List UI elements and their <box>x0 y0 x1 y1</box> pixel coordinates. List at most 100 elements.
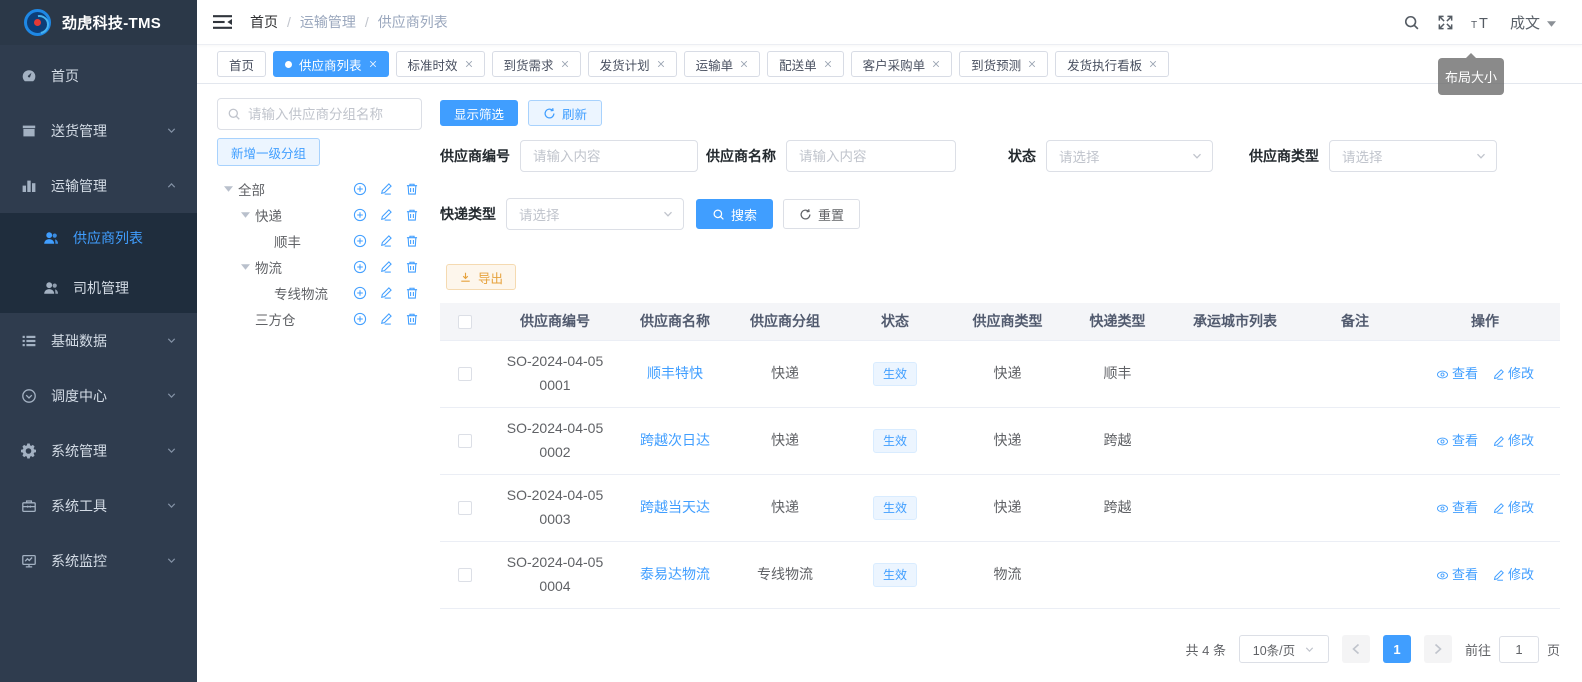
delete-icon[interactable] <box>405 182 419 196</box>
view-button[interactable]: 查看 <box>1436 363 1478 385</box>
tree-node-4[interactable]: 专线物流 <box>217 280 422 306</box>
goto-page-input[interactable] <box>1499 636 1539 663</box>
circle-plus-icon[interactable] <box>353 286 367 300</box>
sidebar-item-3[interactable]: 基础数据 <box>0 313 197 368</box>
close-icon[interactable] <box>1028 60 1036 68</box>
text-input[interactable] <box>787 149 955 164</box>
collapse-sidebar-icon[interactable] <box>213 14 232 30</box>
edit-button[interactable]: 修改 <box>1492 497 1534 519</box>
supplier-name-link[interactable]: 跨越次日达 <box>640 432 710 448</box>
row-checkbox[interactable] <box>458 501 472 515</box>
sidebar-item-4[interactable]: 调度中心 <box>0 368 197 423</box>
filter-select-2[interactable]: 请选择 <box>1046 140 1213 172</box>
filter-input-1[interactable] <box>786 140 956 172</box>
filter-select-3[interactable]: 请选择 <box>1329 140 1497 172</box>
caret-down-icon[interactable] <box>221 186 236 192</box>
close-icon[interactable] <box>824 60 832 68</box>
supplier-name-link[interactable]: 泰易达物流 <box>640 566 710 582</box>
sidebar-item-2[interactable]: 运输管理 <box>0 158 197 213</box>
circle-plus-icon[interactable] <box>353 182 367 196</box>
tab-3[interactable]: 到货需求 <box>492 51 581 77</box>
reset-button[interactable]: 重置 <box>783 199 860 229</box>
delete-icon[interactable] <box>405 312 419 326</box>
caret-down-icon[interactable] <box>238 264 253 270</box>
select-all-checkbox[interactable] <box>458 315 472 329</box>
close-icon[interactable] <box>932 60 940 68</box>
circle-plus-icon[interactable] <box>353 234 367 248</box>
breadcrumb-item[interactable]: 运输管理 <box>300 12 356 32</box>
user-menu[interactable]: 成文 <box>1510 12 1556 33</box>
edit-icon[interactable] <box>379 208 393 222</box>
delete-icon[interactable] <box>405 234 419 248</box>
sidebar-item-5[interactable]: 系统管理 <box>0 423 197 478</box>
circle-plus-icon[interactable] <box>353 312 367 326</box>
group-search-input[interactable] <box>248 107 412 122</box>
sidebar-subitem-1[interactable]: 司机管理 <box>0 263 197 313</box>
breadcrumb-item[interactable]: 首页 <box>250 12 278 32</box>
view-button[interactable]: 查看 <box>1436 430 1478 452</box>
sidebar-item-0[interactable]: 首页 <box>0 48 197 103</box>
edit-icon[interactable] <box>379 182 393 196</box>
edit-icon[interactable] <box>379 260 393 274</box>
view-button[interactable]: 查看 <box>1436 497 1478 519</box>
row-checkbox[interactable] <box>458 568 472 582</box>
filter-input-0[interactable] <box>520 140 698 172</box>
page-size-select[interactable]: 10条/页 <box>1239 635 1329 663</box>
cell-status: 生效 <box>840 429 950 453</box>
supplier-name-link[interactable]: 跨越当天达 <box>640 499 710 515</box>
next-page-button[interactable] <box>1424 635 1452 663</box>
tab-4[interactable]: 发货计划 <box>588 51 677 77</box>
prev-page-button[interactable] <box>1342 635 1370 663</box>
view-button[interactable]: 查看 <box>1436 564 1478 586</box>
delete-icon[interactable] <box>405 286 419 300</box>
tab-8[interactable]: 到货预测 <box>959 51 1048 77</box>
close-icon[interactable] <box>657 60 665 68</box>
tree-node-2[interactable]: 顺丰 <box>217 228 422 254</box>
sidebar-item-6[interactable]: 系统工具 <box>0 478 197 533</box>
row-checkbox[interactable] <box>458 367 472 381</box>
tab-6[interactable]: 配送单 <box>767 51 844 77</box>
edit-button[interactable]: 修改 <box>1492 430 1534 452</box>
text-input[interactable] <box>521 149 697 164</box>
fullscreen-icon[interactable] <box>1437 14 1454 31</box>
search-button[interactable]: 搜索 <box>696 199 773 229</box>
font-size-icon[interactable]: TT <box>1471 14 1493 31</box>
tab-2[interactable]: 标准时效 <box>396 51 485 77</box>
edit-icon[interactable] <box>379 234 393 248</box>
close-icon[interactable] <box>561 60 569 68</box>
tree-node-0[interactable]: 全部 <box>217 176 422 202</box>
close-icon[interactable] <box>465 60 473 68</box>
tab-7[interactable]: 客户采购单 <box>851 51 953 77</box>
tree-node-3[interactable]: 物流 <box>217 254 422 280</box>
page-number-button[interactable]: 1 <box>1383 635 1411 663</box>
edit-icon[interactable] <box>379 312 393 326</box>
delete-icon[interactable] <box>405 208 419 222</box>
circle-plus-icon[interactable] <box>353 208 367 222</box>
row-checkbox[interactable] <box>458 434 472 448</box>
tab-1[interactable]: 供应商列表 <box>273 51 389 77</box>
edit-button[interactable]: 修改 <box>1492 564 1534 586</box>
close-icon[interactable] <box>369 60 377 68</box>
search-icon[interactable] <box>1403 14 1420 31</box>
export-button[interactable]: 导出 <box>446 264 516 290</box>
show-filter-button[interactable]: 显示筛选 <box>440 100 518 126</box>
circle-plus-icon[interactable] <box>353 260 367 274</box>
tree-node-1[interactable]: 快递 <box>217 202 422 228</box>
delete-icon[interactable] <box>405 260 419 274</box>
edit-icon[interactable] <box>379 286 393 300</box>
tab-0[interactable]: 首页 <box>217 51 266 77</box>
sidebar-item-1[interactable]: 送货管理 <box>0 103 197 158</box>
add-group-button[interactable]: 新增一级分组 <box>217 138 320 166</box>
supplier-name-link[interactable]: 顺丰特快 <box>647 365 703 381</box>
tab-9[interactable]: 发货执行看板 <box>1055 51 1169 77</box>
edit-button[interactable]: 修改 <box>1492 363 1534 385</box>
close-icon[interactable] <box>740 60 748 68</box>
sidebar-subitem-0[interactable]: 供应商列表 <box>0 213 197 263</box>
refresh-button[interactable]: 刷新 <box>528 100 602 126</box>
filter-select-4[interactable]: 请选择 <box>506 198 684 230</box>
sidebar-item-7[interactable]: 系统监控 <box>0 533 197 588</box>
close-icon[interactable] <box>1149 60 1157 68</box>
tab-5[interactable]: 运输单 <box>684 51 761 77</box>
tree-node-5[interactable]: 三方仓 <box>217 306 422 332</box>
caret-down-icon[interactable] <box>238 212 253 218</box>
